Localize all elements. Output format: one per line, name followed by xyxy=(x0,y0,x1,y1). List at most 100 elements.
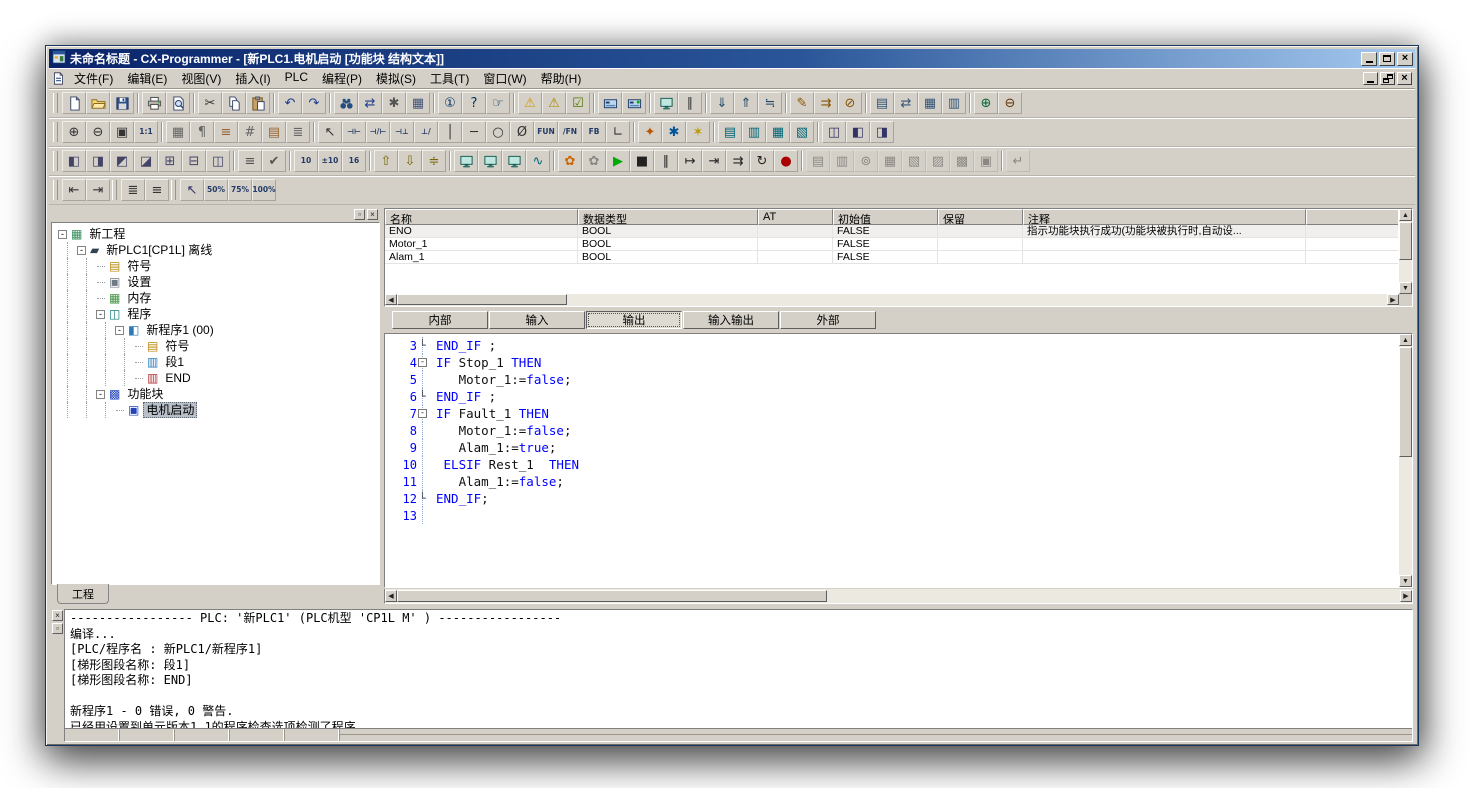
paste-button[interactable] xyxy=(246,92,270,114)
fold-marker[interactable] xyxy=(422,422,436,439)
cell-1-3[interactable] xyxy=(758,225,833,238)
show-rung-numbers-button[interactable]: # xyxy=(238,121,262,143)
cell-2-5[interactable] xyxy=(938,238,1023,251)
show-symbol-table-button[interactable]: ◫ xyxy=(206,150,230,172)
fold-marker[interactable]: └ xyxy=(422,388,436,405)
fold-marker[interactable]: - xyxy=(422,354,436,371)
tree-item-settings[interactable]: ▣设置 xyxy=(54,274,379,290)
print-button[interactable] xyxy=(142,92,166,114)
address-reference-button[interactable]: ▦ xyxy=(406,92,430,114)
code-line-3[interactable]: 3└END_IF ; xyxy=(387,337,1397,354)
cell-3-6[interactable] xyxy=(1023,251,1306,264)
tree-expander[interactable]: - xyxy=(115,326,124,335)
info-button[interactable]: ① xyxy=(438,92,462,114)
minimize-button[interactable] xyxy=(1361,52,1377,66)
properties-button[interactable]: ≡ xyxy=(238,150,262,172)
code-text[interactable]: END_IF ; xyxy=(436,338,496,353)
io-table-button[interactable]: ▦ xyxy=(918,92,942,114)
undo-button[interactable]: ↶ xyxy=(278,92,302,114)
output-tab[interactable] xyxy=(120,729,175,741)
output-scroll-track[interactable] xyxy=(340,734,1412,735)
code-text[interactable]: END_IF; xyxy=(436,491,489,506)
titlebar[interactable]: 未命名标题 - CX-Programmer - [新PLC1.电机启动 [功能块… xyxy=(49,49,1415,68)
continuous-step-button[interactable]: ⇉ xyxy=(726,150,750,172)
zoom-out-button[interactable]: ⊖ xyxy=(86,121,110,143)
new-or-contact-button[interactable]: ⊣⊥ xyxy=(390,121,414,143)
output-tab[interactable] xyxy=(175,729,230,741)
tree-item-section-end[interactable]: ▥END xyxy=(54,370,379,386)
show-cross-reference-report-button[interactable]: ⊞ xyxy=(158,150,182,172)
restore-button[interactable] xyxy=(1380,72,1395,85)
cell-3-4[interactable]: FALSE xyxy=(833,251,938,264)
scroll-up-button[interactable]: ▲ xyxy=(1399,209,1412,221)
verify-program-button[interactable]: ≑ xyxy=(422,150,446,172)
fold-marker[interactable]: - xyxy=(422,405,436,422)
code-line-11[interactable]: 11Alam_1:=false; xyxy=(387,473,1397,490)
scrollbar-thumb[interactable] xyxy=(397,590,827,602)
tab-input[interactable]: 输入 xyxy=(489,311,585,329)
cell-3-2[interactable]: BOOL xyxy=(578,251,758,264)
io-table-transfer-button[interactable]: ▦ xyxy=(878,150,902,172)
mnemonic-view-button[interactable]: ▧ xyxy=(790,121,814,143)
toolbar-grip[interactable] xyxy=(53,180,58,200)
toolbar-grip[interactable] xyxy=(53,122,58,142)
scroll-down-button[interactable]: ▼ xyxy=(1399,282,1412,294)
online-edit-button[interactable]: ✎ xyxy=(790,92,814,114)
show-comments-button[interactable]: ¶ xyxy=(190,121,214,143)
code-text[interactable]: Motor_1:=false; xyxy=(436,423,571,438)
output-tab[interactable] xyxy=(285,729,340,741)
data-link-setup-button[interactable]: ▣ xyxy=(974,150,998,172)
tree-item-function-blocks[interactable]: -▩功能块 xyxy=(54,386,379,402)
io-comment-button[interactable]: ✱ xyxy=(662,121,686,143)
find-symbol-button[interactable]: ✱ xyxy=(382,92,406,114)
horizontal-line-button[interactable]: ─ xyxy=(462,121,486,143)
sim-pause-button[interactable]: ∥ xyxy=(654,150,678,172)
menu-program[interactable]: 编程(P) xyxy=(315,68,369,89)
fold-marker[interactable] xyxy=(422,456,436,473)
show-rung-comments-button[interactable]: ≡ xyxy=(214,121,238,143)
tree-item-motor-start[interactable]: ▣电机启动 xyxy=(54,402,379,418)
output-tab[interactable] xyxy=(65,729,120,741)
st-pointer-button[interactable]: ↖ xyxy=(180,179,204,201)
scrollbar-thumb[interactable] xyxy=(1399,222,1412,260)
tree-item-section1[interactable]: ▥段1 xyxy=(54,354,379,370)
split-window-button[interactable]: ◫ xyxy=(822,121,846,143)
outdent-button[interactable]: ⇤ xyxy=(62,179,86,201)
code-text[interactable]: END_IF ; xyxy=(436,389,496,404)
cancel-online-edit-button[interactable]: ⊘ xyxy=(838,92,862,114)
scrollbar-thumb[interactable] xyxy=(1399,347,1412,457)
cell-1-4[interactable]: FALSE xyxy=(833,225,938,238)
sim-stop-button[interactable]: ■ xyxy=(630,150,654,172)
cell-2-6[interactable] xyxy=(1023,238,1306,251)
fold-marker[interactable] xyxy=(422,371,436,388)
scroll-left-button[interactable]: ◀ xyxy=(385,294,397,305)
instruction-help-button[interactable]: ✦ xyxy=(638,121,662,143)
line-connect-button[interactable]: ∟ xyxy=(606,121,630,143)
table-row[interactable]: ENOBOOLFALSE指示功能块执行成功(功能块被执行时,自动设... xyxy=(385,225,1399,238)
cell-2-3[interactable] xyxy=(758,238,833,251)
find-button[interactable] xyxy=(334,92,358,114)
cell-3-3[interactable] xyxy=(758,251,833,264)
cell-1-2[interactable]: BOOL xyxy=(578,225,758,238)
force-on-button[interactable]: ⊕ xyxy=(974,92,998,114)
code-line-13[interactable]: 13 xyxy=(387,507,1397,524)
show-watch-window-button[interactable]: ◩ xyxy=(110,150,134,172)
tree-item-new-plc1[interactable]: -▰新PLC1[CP1L] 离线 xyxy=(54,242,379,258)
table-row[interactable]: Alam_1BOOLFALSE xyxy=(385,251,1399,264)
auto-online-button[interactable] xyxy=(622,92,646,114)
monitor-button[interactable] xyxy=(654,92,678,114)
new-or-closed-contact-button[interactable]: ⊥/ xyxy=(414,121,438,143)
find-report-button[interactable]: ✔ xyxy=(262,150,286,172)
scroll-right-button[interactable]: ▶ xyxy=(1387,294,1399,305)
menu-tools[interactable]: 工具(T) xyxy=(423,68,476,89)
close-button[interactable]: × xyxy=(1397,72,1412,85)
code-text[interactable]: Alam_1:=false; xyxy=(436,474,564,489)
toolbar-grip[interactable] xyxy=(171,180,176,200)
window-properties-button[interactable]: ◨ xyxy=(870,121,894,143)
menu-window[interactable]: 窗口(W) xyxy=(476,68,533,89)
cell-3-5[interactable] xyxy=(938,251,1023,264)
new-coil-button[interactable]: ○ xyxy=(486,121,510,143)
fold-marker[interactable]: └ xyxy=(422,337,436,354)
step-run-button[interactable]: ↦ xyxy=(678,150,702,172)
collapse-box[interactable]: - xyxy=(418,409,427,418)
